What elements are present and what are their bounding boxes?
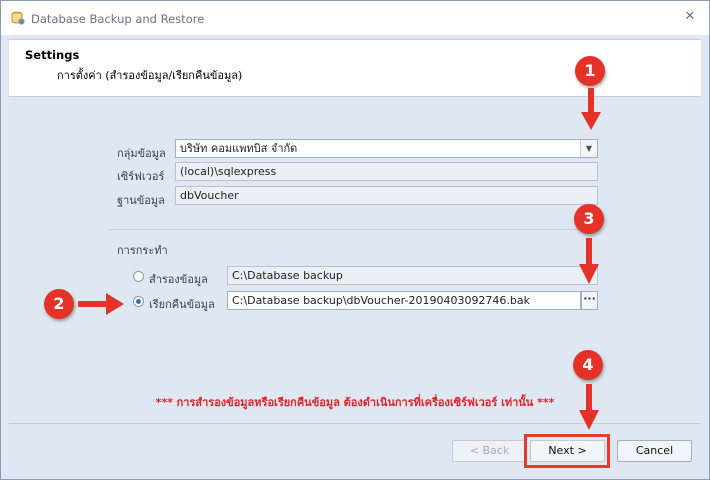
- cancel-button[interactable]: Cancel: [617, 440, 692, 462]
- arrow-down-icon: [579, 238, 599, 284]
- group-select[interactable]: บริษัท คอมแพทบิส จำกัด ▼: [175, 139, 598, 158]
- backup-path-field: C:\Database backup: [227, 266, 598, 285]
- close-icon[interactable]: ✕: [679, 7, 701, 27]
- database-label: ฐานข้อมูล: [117, 194, 165, 207]
- restore-radio-label[interactable]: เรียกคืนข้อมูล: [149, 295, 215, 313]
- chevron-down-icon[interactable]: ▼: [580, 140, 597, 157]
- step-badge-3: 3: [574, 204, 604, 234]
- database-field: dbVoucher: [175, 186, 598, 205]
- window-title: Database Backup and Restore: [31, 12, 205, 26]
- divider: [109, 229, 599, 230]
- server-field: (local)\sqlexpress: [175, 162, 598, 181]
- backup-radio[interactable]: [133, 271, 144, 282]
- title-bar: Database Backup and Restore ✕: [1, 1, 709, 35]
- backup-radio-label[interactable]: สำรองข้อมูล: [149, 270, 208, 288]
- next-button-highlight: [524, 434, 610, 468]
- page-subtitle: การตั้งค่า (สำรองข้อมูล/เรียกคืนข้อมูล): [57, 69, 243, 82]
- server-label: เซิร์ฟเวอร์: [117, 170, 165, 183]
- action-section-label: การกระทำ: [117, 244, 168, 257]
- group-label: กลุ่มข้อมูล: [117, 147, 166, 160]
- database-app-icon: [11, 11, 25, 25]
- arrow-down-icon: [579, 384, 599, 430]
- arrow-right-icon: [78, 293, 124, 315]
- back-button[interactable]: < Back: [452, 440, 527, 462]
- step-badge-2: 2: [44, 289, 74, 319]
- restore-radio[interactable]: [133, 296, 144, 307]
- step-badge-1: 1: [575, 56, 605, 86]
- arrow-down-icon: [581, 88, 601, 130]
- restore-path-input[interactable]: C:\Database backup\dbVoucher-20190403092…: [227, 291, 581, 310]
- radio-selected-dot: [136, 299, 141, 304]
- step-badge-4: 4: [573, 350, 603, 380]
- browse-button[interactable]: ···: [581, 291, 598, 310]
- page-title: Settings: [25, 48, 80, 62]
- group-select-value: บริษัท คอมแพทบิส จำกัด: [180, 142, 298, 155]
